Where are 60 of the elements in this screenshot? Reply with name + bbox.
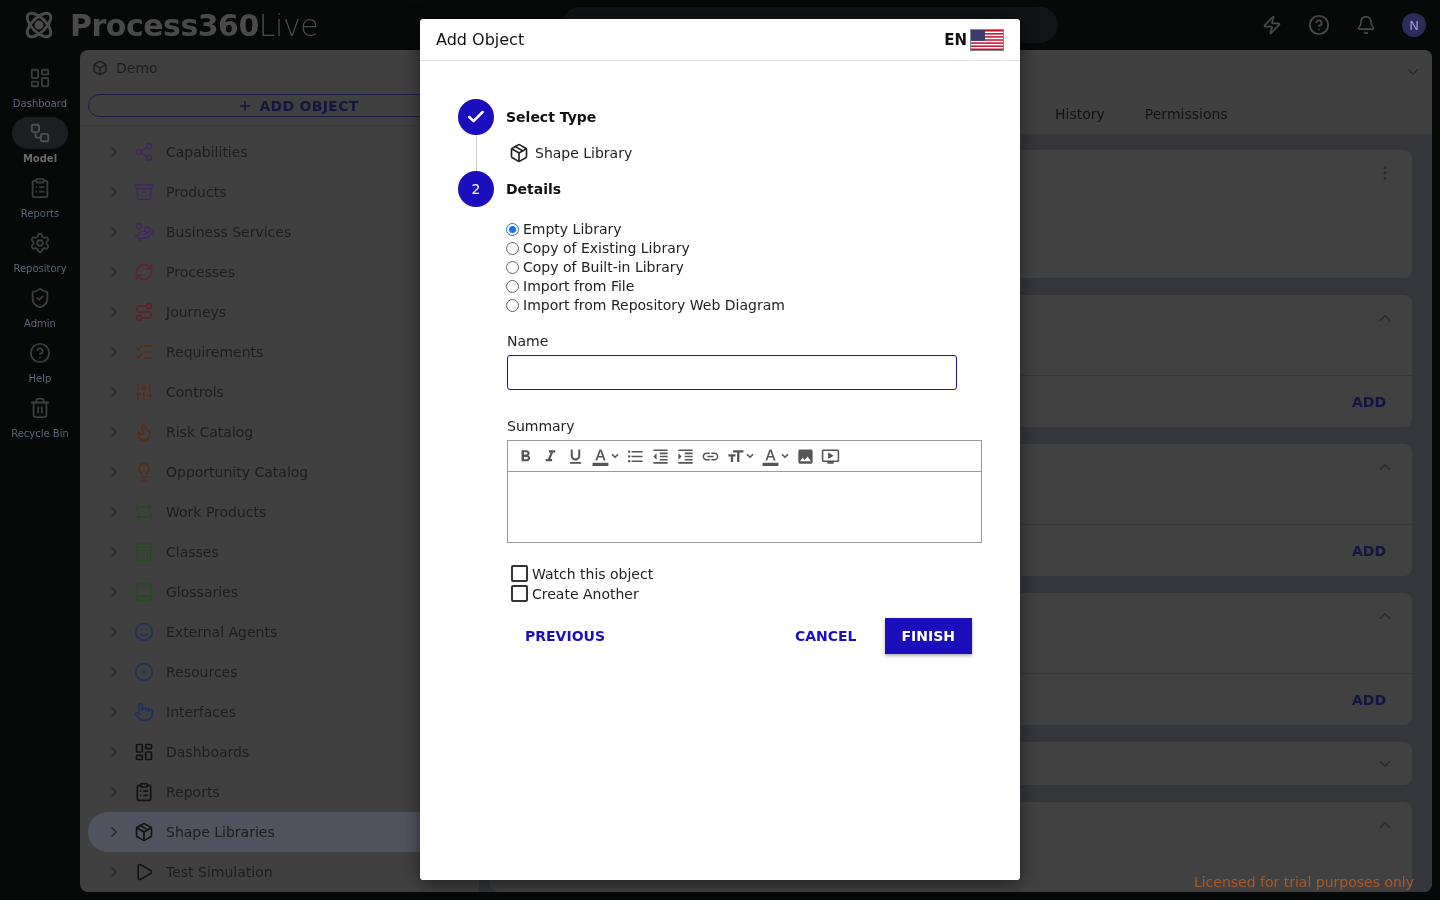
outdent-button[interactable]	[651, 446, 670, 466]
radio-option[interactable]: Copy of Existing Library	[506, 240, 982, 256]
bell-icon[interactable]	[1356, 15, 1376, 35]
video-icon	[821, 446, 840, 466]
highlight-dropdown[interactable]	[761, 446, 790, 466]
checkbox-option[interactable]: Watch this object	[511, 565, 982, 582]
clipboard-icon	[29, 177, 51, 199]
gear-icon	[29, 232, 51, 254]
field-label: Name	[507, 333, 550, 349]
rail-label: Admin	[24, 318, 56, 329]
checkbox[interactable]	[511, 565, 528, 582]
lightning-icon[interactable]	[1262, 15, 1282, 35]
previous-button[interactable]: PREVIOUS	[507, 620, 623, 652]
indent-button[interactable]	[676, 446, 695, 466]
checkbox[interactable]	[511, 585, 528, 602]
dialog-title: Add Object	[436, 30, 525, 49]
radio-option[interactable]: Copy of Built-in Library	[506, 259, 982, 275]
text-color-icon	[591, 446, 610, 466]
trash-icon	[29, 397, 51, 419]
rail-label: Help	[28, 373, 52, 384]
package-icon	[509, 143, 529, 163]
dashboard-icon	[29, 67, 51, 89]
finish-button[interactable]: FINISH	[884, 618, 972, 654]
help-icon	[29, 342, 51, 364]
checkbox-option[interactable]: Create Another	[511, 585, 982, 602]
radio-option[interactable]: Import from Repository Web Diagram	[506, 297, 982, 313]
rail-label: Repository	[13, 263, 67, 274]
user-avatar[interactable]: N	[1402, 13, 1426, 37]
field-label: Summary	[507, 418, 576, 434]
rail-label: Reports	[20, 208, 60, 219]
radio-option[interactable]: Empty Library	[506, 221, 982, 237]
outdent-icon	[651, 446, 670, 466]
step-indicator: 2	[458, 171, 494, 207]
caret-icon	[780, 451, 790, 461]
caret-icon	[745, 451, 755, 461]
name-input[interactable]	[507, 355, 957, 390]
help-icon[interactable]	[1308, 14, 1330, 36]
step-value: Shape Library	[535, 145, 633, 161]
caret-icon	[610, 451, 620, 461]
highlight-icon	[761, 446, 780, 466]
rail-label: Recycle Bin	[11, 428, 69, 439]
image-icon	[796, 446, 815, 466]
rail-label: Model	[22, 153, 58, 164]
rail-label: Dashboard	[12, 98, 68, 109]
text-color-dropdown[interactable]	[591, 446, 620, 466]
diagram-icon	[29, 122, 51, 144]
language-code[interactable]: EN	[944, 30, 967, 49]
step-label: Select Type	[506, 109, 597, 125]
video-button[interactable]	[821, 446, 840, 466]
indent-icon	[676, 446, 695, 466]
rail-button[interactable]	[12, 117, 68, 149]
step-label: Details	[506, 181, 562, 197]
cancel-button[interactable]: CANCEL	[776, 620, 875, 652]
radio-option[interactable]: Import from File	[506, 278, 982, 294]
image-button[interactable]	[796, 446, 815, 466]
shield-icon	[29, 287, 51, 309]
license-notice: Licensed for trial purposes only	[1193, 874, 1414, 890]
us-flag-icon	[970, 28, 1004, 51]
cube-icon	[92, 60, 108, 76]
app-logo-text: Process360Live	[70, 7, 319, 43]
